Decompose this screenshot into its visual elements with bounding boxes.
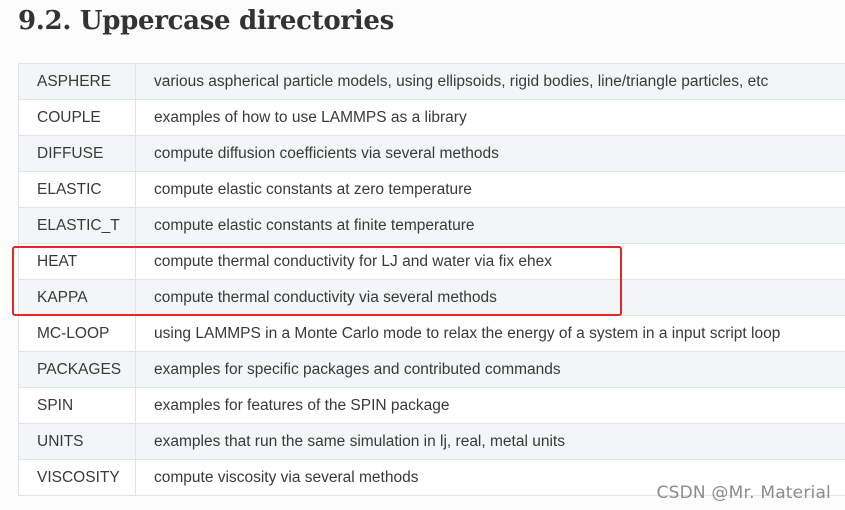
directory-description: using LAMMPS in a Monte Carlo mode to re… bbox=[135, 315, 845, 352]
directory-description: examples that run the same simulation in… bbox=[135, 423, 845, 460]
directory-name: ELASTIC_T bbox=[18, 207, 136, 244]
section-heading: 9.2. Uppercase directories bbox=[18, 6, 394, 36]
watermark: CSDN @Mr. Material bbox=[656, 483, 831, 503]
directory-name: HEAT bbox=[18, 243, 136, 280]
directory-description: examples for specific packages and contr… bbox=[135, 351, 845, 388]
directories-table: ASPHERE various aspherical particle mode… bbox=[18, 63, 845, 496]
table-row: MC-LOOP using LAMMPS in a Monte Carlo mo… bbox=[18, 315, 845, 352]
directory-description: compute diffusion coefficients via sever… bbox=[135, 135, 845, 172]
directory-name: MC-LOOP bbox=[18, 315, 136, 352]
directory-name: PACKAGES bbox=[18, 351, 136, 388]
table-row: UNITS examples that run the same simulat… bbox=[18, 423, 845, 460]
directory-description: compute elastic constants at finite temp… bbox=[135, 207, 845, 244]
directory-name: SPIN bbox=[18, 387, 136, 424]
directory-description: examples of how to use LAMMPS as a libra… bbox=[135, 99, 845, 136]
directory-description: examples for features of the SPIN packag… bbox=[135, 387, 845, 424]
directory-name: VISCOSITY bbox=[18, 459, 136, 496]
directory-description: compute elastic constants at zero temper… bbox=[135, 171, 845, 208]
directory-description: compute thermal conductivity via several… bbox=[135, 279, 845, 316]
table-row: DIFFUSE compute diffusion coefficients v… bbox=[18, 135, 845, 172]
directory-name: ASPHERE bbox=[18, 63, 136, 100]
directory-name: COUPLE bbox=[18, 99, 136, 136]
directory-description: various aspherical particle models, usin… bbox=[135, 63, 845, 100]
table-row: PACKAGES examples for specific packages … bbox=[18, 351, 845, 388]
table-row: COUPLE examples of how to use LAMMPS as … bbox=[18, 99, 845, 136]
directory-name: DIFFUSE bbox=[18, 135, 136, 172]
directory-name: ELASTIC bbox=[18, 171, 136, 208]
table-row: ELASTIC compute elastic constants at zer… bbox=[18, 171, 845, 208]
table-row: ASPHERE various aspherical particle mode… bbox=[18, 63, 845, 100]
table-row: SPIN examples for features of the SPIN p… bbox=[18, 387, 845, 424]
directory-name: KAPPA bbox=[18, 279, 136, 316]
table-row: HEAT compute thermal conductivity for LJ… bbox=[18, 243, 845, 280]
directory-name: UNITS bbox=[18, 423, 136, 460]
directory-description: compute thermal conductivity for LJ and … bbox=[135, 243, 845, 280]
table-row: ELASTIC_T compute elastic constants at f… bbox=[18, 207, 845, 244]
table-row: KAPPA compute thermal conductivity via s… bbox=[18, 279, 845, 316]
